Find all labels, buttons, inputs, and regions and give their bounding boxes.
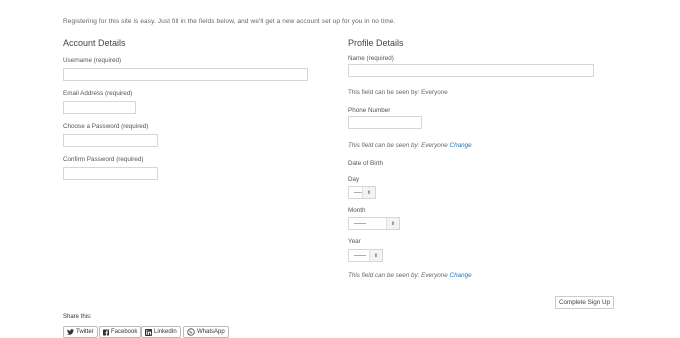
share-whatsapp-button[interactable]: WhatsApp xyxy=(183,326,229,338)
password-input[interactable] xyxy=(63,134,158,147)
password-label: Choose a Password (required) xyxy=(63,123,149,130)
day-select-value: —- xyxy=(354,189,362,196)
phone-input[interactable] xyxy=(348,116,422,129)
year-select[interactable]: —— ⬍ xyxy=(348,249,383,262)
share-whatsapp-label: WhatsApp xyxy=(197,329,225,335)
share-linkedin-button[interactable]: LinkedIn xyxy=(141,326,181,338)
account-details-title: Account Details xyxy=(63,38,126,48)
whatsapp-icon xyxy=(187,328,195,336)
confirm-password-label: Confirm Password (required) xyxy=(63,156,144,163)
year-label: Year xyxy=(348,238,361,245)
email-label: Email Address (required) xyxy=(63,90,133,97)
username-input[interactable] xyxy=(63,68,308,81)
phone-visibility-note: This field can be seen by: Everyone Chan… xyxy=(348,142,472,149)
dob-label: Date of Birth xyxy=(348,160,383,167)
dob-visibility-note: This field can be seen by: Everyone Chan… xyxy=(348,272,472,279)
share-facebook-label: Facebook xyxy=(111,329,138,335)
facebook-icon xyxy=(103,329,109,336)
month-label: Month xyxy=(348,207,366,214)
dob-visibility-change-link[interactable]: Change xyxy=(450,272,472,279)
profile-details-title: Profile Details xyxy=(348,38,404,48)
email-input[interactable] xyxy=(63,101,136,114)
confirm-password-input[interactable] xyxy=(63,167,158,180)
share-twitter-button[interactable]: Twitter xyxy=(63,326,98,338)
day-select[interactable]: —- ⬍ xyxy=(348,186,376,199)
phone-visibility-change-link[interactable]: Change xyxy=(450,142,472,149)
intro-text: Registering for this site is easy. Just … xyxy=(63,18,396,25)
day-label: Day xyxy=(348,176,360,183)
chevron-updown-icon: ⬍ xyxy=(369,250,382,261)
twitter-icon xyxy=(67,329,74,335)
year-select-value: —— xyxy=(354,252,366,259)
name-input[interactable] xyxy=(348,64,594,77)
linkedin-icon xyxy=(145,328,152,336)
dob-visibility-text: This field can be seen by: Everyone xyxy=(348,272,448,279)
chevron-updown-icon: ⬍ xyxy=(386,218,399,229)
username-label: Username (required) xyxy=(63,57,122,64)
phone-visibility-text: This field can be seen by: Everyone xyxy=(348,142,448,149)
month-select-value: —— xyxy=(354,220,366,227)
share-linkedin-label: LinkedIn xyxy=(154,329,177,335)
share-twitter-label: Twitter xyxy=(76,329,94,335)
share-facebook-button[interactable]: Facebook xyxy=(99,326,142,338)
phone-label: Phone Number xyxy=(348,107,391,114)
name-label: Name (required) xyxy=(348,55,394,62)
month-select[interactable]: —— ⬍ xyxy=(348,217,400,230)
name-visibility-note: This field can be seen by: Everyone xyxy=(348,89,448,96)
chevron-updown-icon: ⬍ xyxy=(362,187,375,198)
complete-sign-up-button[interactable]: Complete Sign Up xyxy=(555,296,614,309)
share-label: Share this: xyxy=(63,314,92,320)
